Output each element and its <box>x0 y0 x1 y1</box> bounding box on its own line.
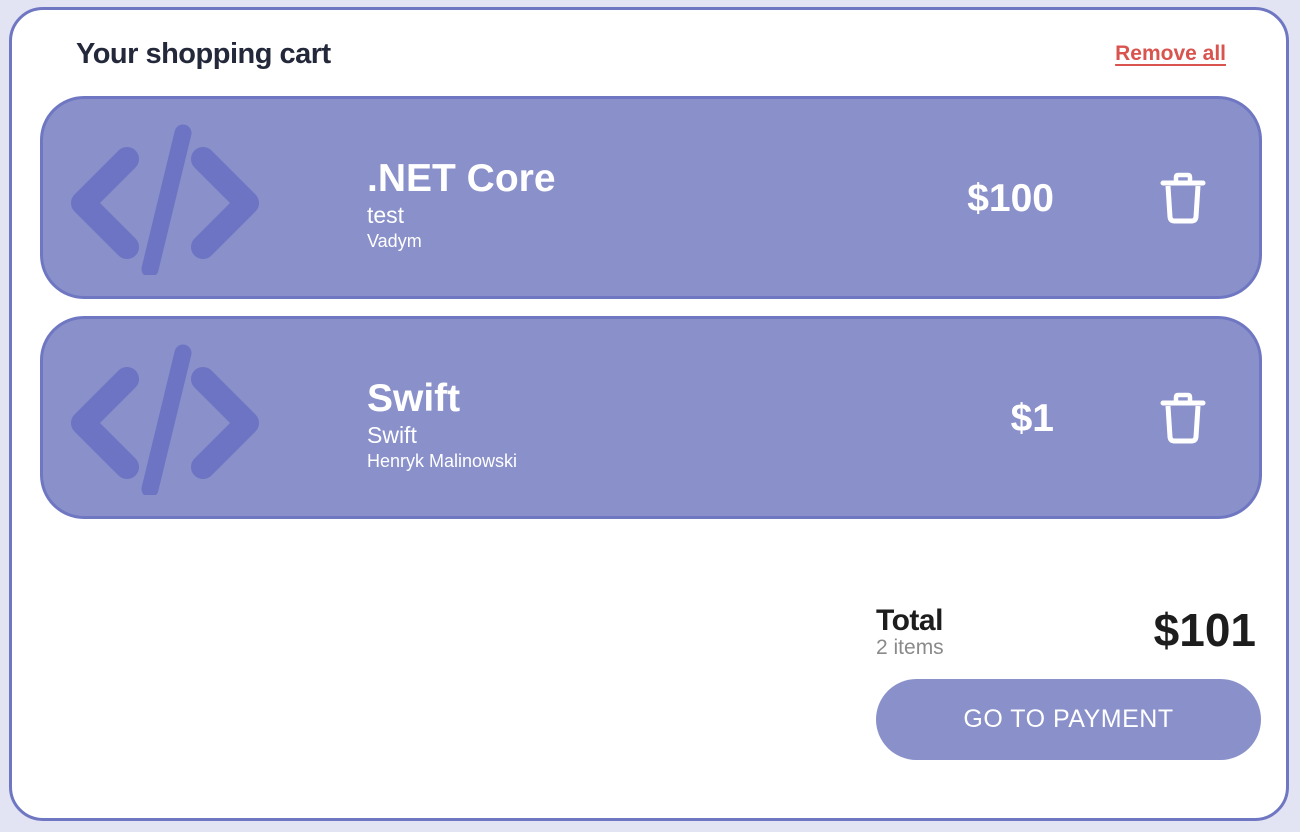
trash-icon[interactable] <box>1159 172 1207 224</box>
item-title: Swift <box>367 377 461 420</box>
code-icon <box>71 344 259 495</box>
total-amount: $101 <box>1153 604 1256 656</box>
item-subtitle: Swift <box>367 422 417 448</box>
item-author: Henryk Malinowski <box>367 451 518 471</box>
go-to-payment-button[interactable]: GO TO PAYMENT <box>876 679 1261 760</box>
item-title: .NET Core <box>367 157 556 200</box>
item-count: 2 items <box>876 636 944 659</box>
item-price: $1 <box>1010 397 1054 440</box>
shopping-cart-panel: Your shopping cart Remove all .NET Core … <box>9 7 1289 821</box>
remove-all-link[interactable]: Remove all <box>1115 42 1226 66</box>
item-author: Vadym <box>367 231 422 251</box>
cart-title: Your shopping cart <box>76 38 331 70</box>
total-label: Total <box>876 604 943 637</box>
item-price: $100 <box>967 177 1054 220</box>
trash-icon[interactable] <box>1159 392 1207 444</box>
cart-item: .NET Core test Vadym $100 <box>40 96 1262 299</box>
item-subtitle: test <box>367 202 405 228</box>
cart-item: Swift Swift Henryk Malinowski $1 <box>40 316 1262 519</box>
code-icon <box>71 124 259 275</box>
